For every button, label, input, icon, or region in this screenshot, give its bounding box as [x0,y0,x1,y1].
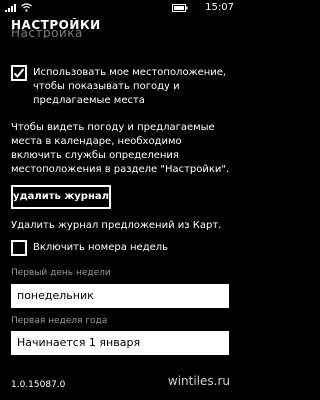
battery-icon [172,4,188,12]
signal-bars-icon [5,4,16,12]
page-title: НАСТРОЙКИ [11,18,101,32]
week-numbers-label: Включить номера недель [33,242,169,253]
watermark: wintiles.ru [167,374,230,388]
location-checkbox-label: Использовать мое местоположение, чтобы п… [33,67,227,106]
status-time: 15:07 [205,2,234,13]
clear-history-button[interactable]: удалить журнал [11,185,111,209]
checkmark-icon [13,68,25,78]
location-info-text: Чтобы видеть погоду и предлагаемые места… [11,122,230,175]
location-checkbox[interactable] [11,65,27,81]
first-week-select[interactable]: Начинается 1 января [11,331,229,355]
page-header: Настройка НАСТРОЙКИ [11,18,231,38]
week-numbers-checkbox[interactable] [11,240,27,256]
wifi-icon [21,3,32,12]
first-week-label: Первая неделя года [11,316,108,326]
status-bar: 15:07 [0,0,240,16]
app-version: 1.0.15087.0 [11,380,66,390]
first-day-select[interactable]: понедельник [11,284,229,308]
first-day-label: Первый день недели [11,268,111,278]
clear-history-description: Удалить журнал предложений из Карт. [11,220,222,231]
